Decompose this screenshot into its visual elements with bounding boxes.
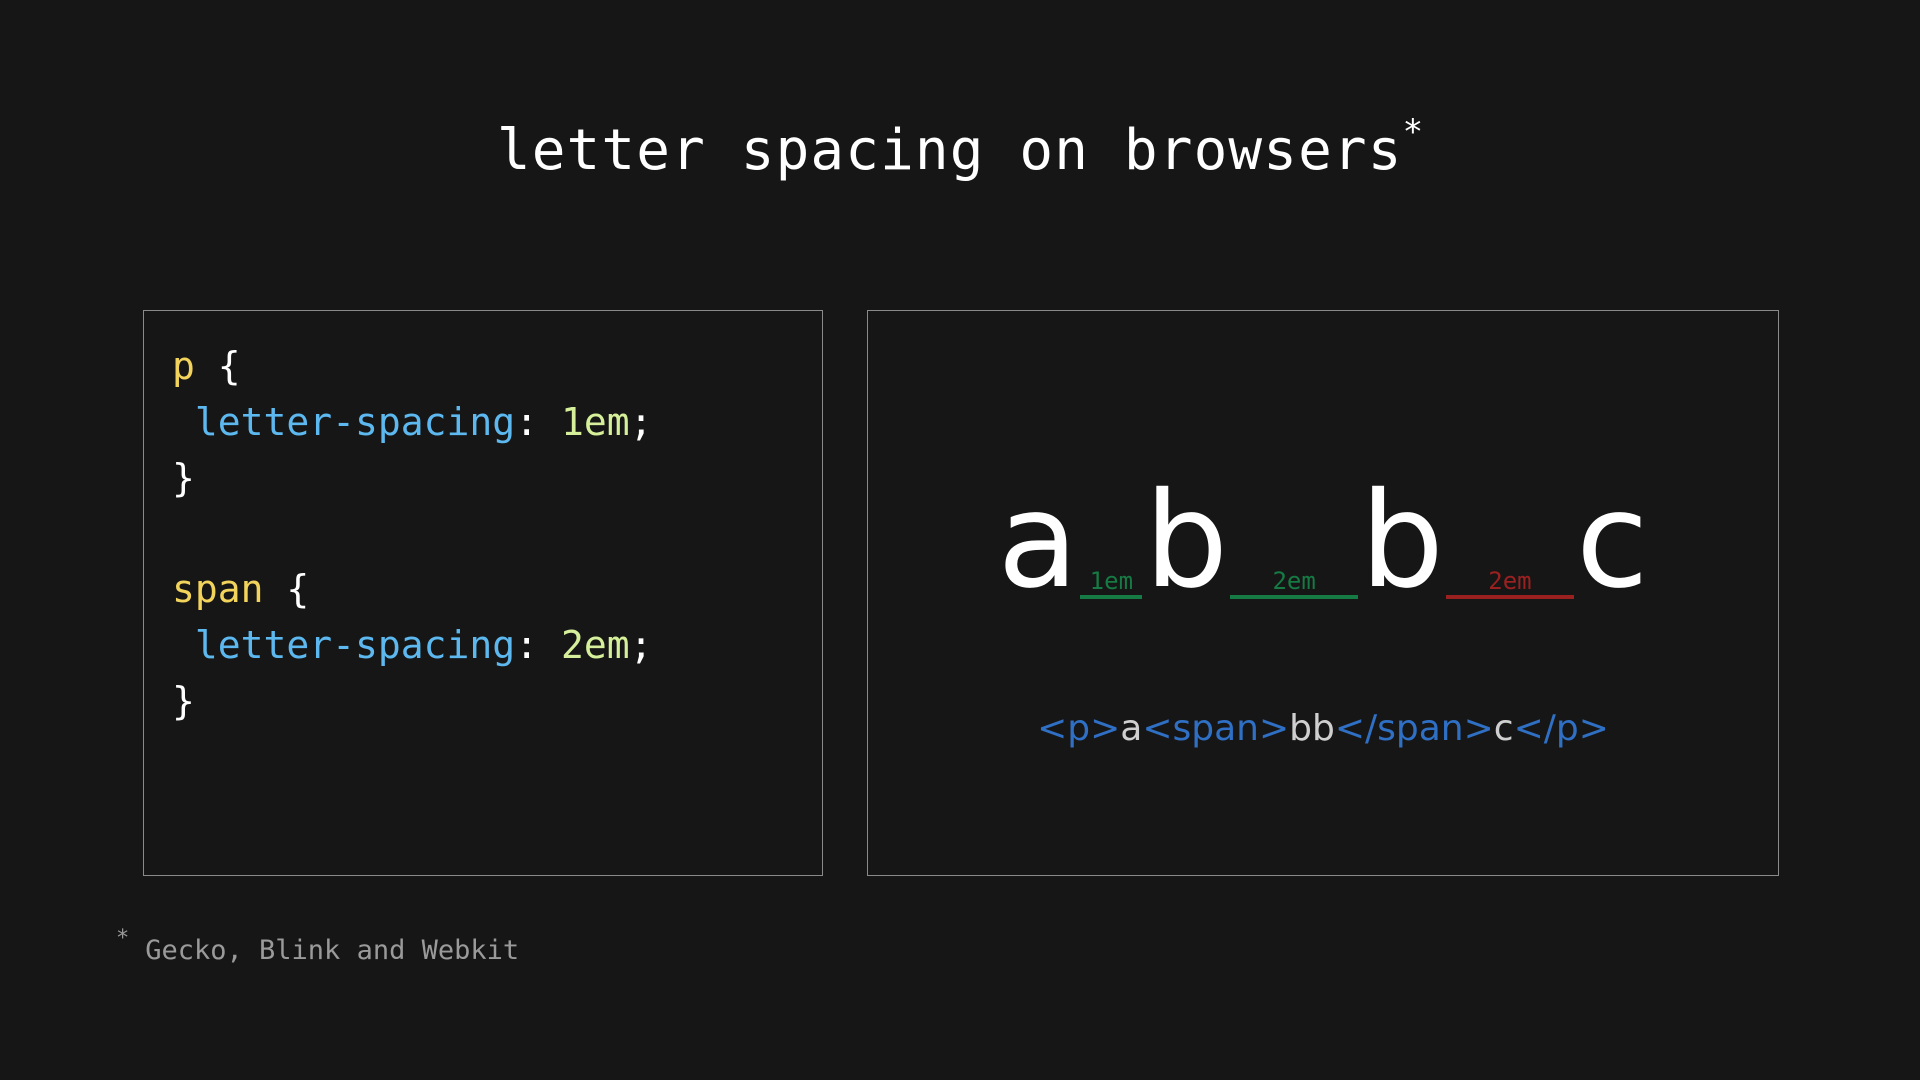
- css-property-letter-spacing-span: letter-spacing: [194, 623, 516, 668]
- gap-label-1: 1em: [1089, 567, 1134, 595]
- rendered-glyph-c: c: [1575, 464, 1649, 618]
- gap-measure-2: 2em: [1228, 475, 1360, 607]
- css-property-letter-spacing-p: letter-spacing: [194, 399, 516, 444]
- css-code-block: p { letter-spacing: 1em;} span { letter-…: [144, 311, 822, 730]
- css-brace-close-p: }: [172, 455, 195, 500]
- css-brace-close-span: }: [172, 679, 195, 724]
- rendered-letters-row: a 1em b 2em b 2em c: [868, 475, 1778, 607]
- page-title: letter spacing on browsers*: [0, 112, 1920, 183]
- gap-measure-1: 1em: [1078, 475, 1144, 607]
- markup-tag-span-close: </span>: [1334, 708, 1494, 749]
- gap-rule-1: [1080, 595, 1143, 599]
- page-title-text: letter spacing on browsers: [496, 118, 1403, 183]
- css-selector-span: span: [172, 567, 264, 612]
- gap-measure-3: 2em: [1444, 475, 1576, 607]
- gap-rule-3: [1445, 595, 1574, 599]
- code-line: p {: [172, 339, 822, 395]
- markup-text-c: c: [1493, 708, 1514, 749]
- css-colon-p: :: [515, 399, 561, 444]
- footnote-marker-icon: *: [1402, 112, 1424, 153]
- markup-text-a: a: [1120, 708, 1143, 749]
- css-value-2em: 2em: [560, 623, 630, 668]
- footnote-text: Gecko, Blink and Webkit: [145, 935, 520, 966]
- css-code-panel: p { letter-spacing: 1em;} span { letter-…: [143, 310, 823, 876]
- markup-tag-p-open: <p>: [1037, 708, 1121, 749]
- footnote-star-icon: *: [116, 926, 130, 951]
- code-line: letter-spacing: 1em;: [172, 395, 822, 451]
- code-line: }: [172, 451, 822, 507]
- code-line: letter-spacing: 2em;: [172, 618, 822, 674]
- code-line: }: [172, 674, 822, 730]
- panels-row: p { letter-spacing: 1em;} span { letter-…: [143, 310, 1779, 876]
- gap-label-3: 2em: [1488, 567, 1532, 595]
- markup-tag-span-open: <span>: [1142, 708, 1290, 749]
- rendered-glyph-b2: b: [1360, 464, 1444, 618]
- css-semicolon-p: ;: [629, 399, 653, 444]
- html-markup-line: <p>a<span>bb</span>c</p>: [868, 711, 1778, 747]
- css-colon-span: :: [515, 623, 561, 668]
- markup-text-bb: bb: [1289, 708, 1335, 749]
- css-brace-open-span: {: [263, 567, 310, 612]
- css-semicolon-span: ;: [629, 623, 653, 668]
- markup-tag-p-close: </p>: [1513, 708, 1609, 749]
- css-value-1em: 1em: [560, 399, 630, 444]
- gap-label-2: 2em: [1272, 567, 1316, 595]
- gap-rule-2: [1230, 595, 1359, 599]
- render-demo-panel: a 1em b 2em b 2em c <p>a<span>bb</span>c…: [867, 310, 1779, 876]
- footnote: * Gecko, Blink and Webkit: [116, 926, 520, 966]
- code-line: span {: [172, 562, 822, 618]
- css-brace-open-p: {: [194, 344, 241, 388]
- rendered-glyph-b1: b: [1144, 464, 1229, 618]
- render-demo-inner: a 1em b 2em b 2em c <p>a<span>bb</span>c…: [868, 311, 1778, 875]
- rendered-glyph-a: a: [997, 464, 1079, 618]
- css-selector-p: p: [172, 344, 195, 388]
